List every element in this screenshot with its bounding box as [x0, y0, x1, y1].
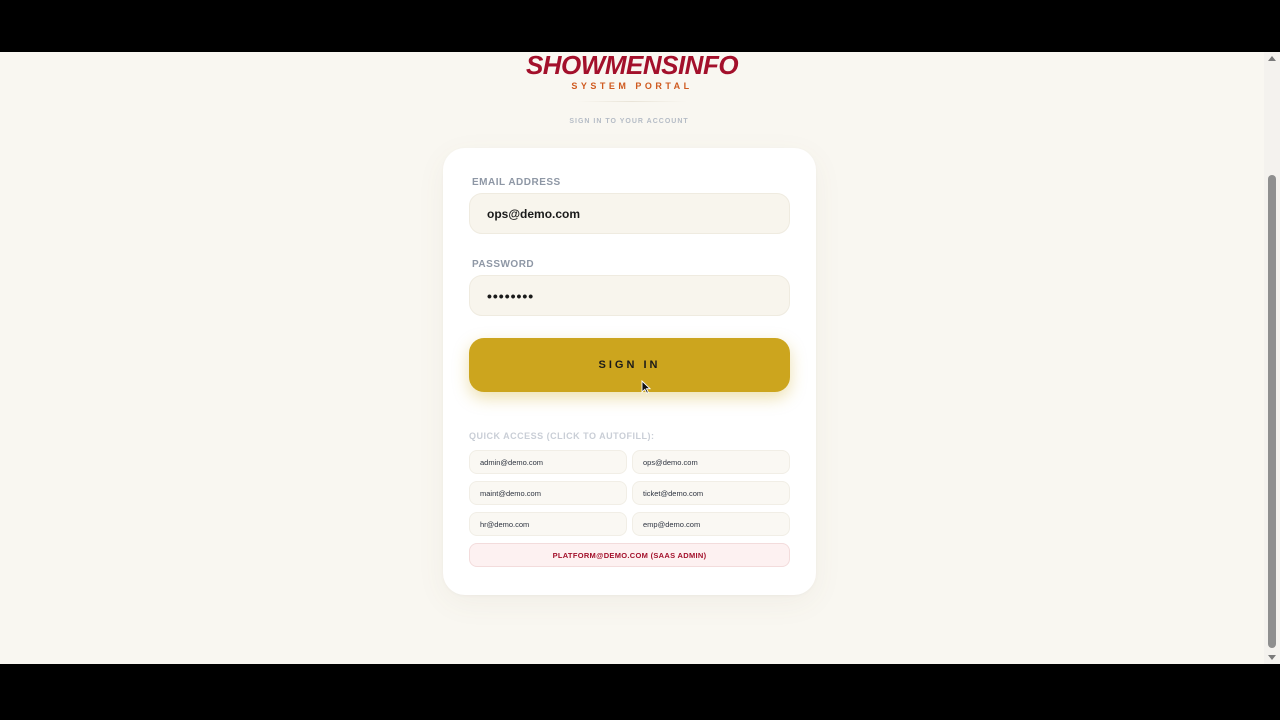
- email-field[interactable]: [469, 193, 790, 234]
- quick-access-ticket[interactable]: ticket@demo.com: [632, 481, 790, 505]
- sign-in-tagline: SIGN IN TO YOUR ACCOUNT: [569, 118, 689, 125]
- quick-access-ops[interactable]: ops@demo.com: [632, 450, 790, 474]
- mouse-cursor-icon: [641, 380, 651, 394]
- scrollbar-thumb[interactable]: [1268, 175, 1276, 648]
- scroll-up-arrow-icon[interactable]: [1268, 56, 1276, 61]
- password-label: PASSWORD: [472, 259, 535, 270]
- brand-divider: [577, 101, 687, 102]
- password-field[interactable]: [469, 275, 790, 316]
- scroll-down-arrow-icon[interactable]: [1268, 655, 1276, 660]
- login-page: SHOWMENSINFO SYSTEM PORTAL SIGN IN TO YO…: [0, 52, 1280, 664]
- brand-header: SHOWMENSINFO SYSTEM PORTAL: [0, 52, 1264, 91]
- quick-access-maint[interactable]: maint@demo.com: [469, 481, 627, 505]
- email-label: EMAIL ADDRESS: [472, 177, 561, 188]
- quick-access-label: QUICK ACCESS (CLICK TO AUTOFILL):: [469, 431, 655, 441]
- vertical-scrollbar[interactable]: [1264, 52, 1280, 664]
- quick-access-platform-admin[interactable]: PLATFORM@DEMO.COM (SAAS ADMIN): [469, 543, 790, 567]
- quick-access-hr[interactable]: hr@demo.com: [469, 512, 627, 536]
- login-card: EMAIL ADDRESS PASSWORD SIGN IN QUICK ACC…: [443, 148, 816, 595]
- sign-in-button[interactable]: SIGN IN: [469, 338, 790, 392]
- quick-access-admin[interactable]: admin@demo.com: [469, 450, 627, 474]
- brand-subtitle: SYSTEM PORTAL: [571, 81, 693, 91]
- brand-logo-text: SHOWMENSINFO: [525, 52, 739, 80]
- quick-access-emp[interactable]: emp@demo.com: [632, 512, 790, 536]
